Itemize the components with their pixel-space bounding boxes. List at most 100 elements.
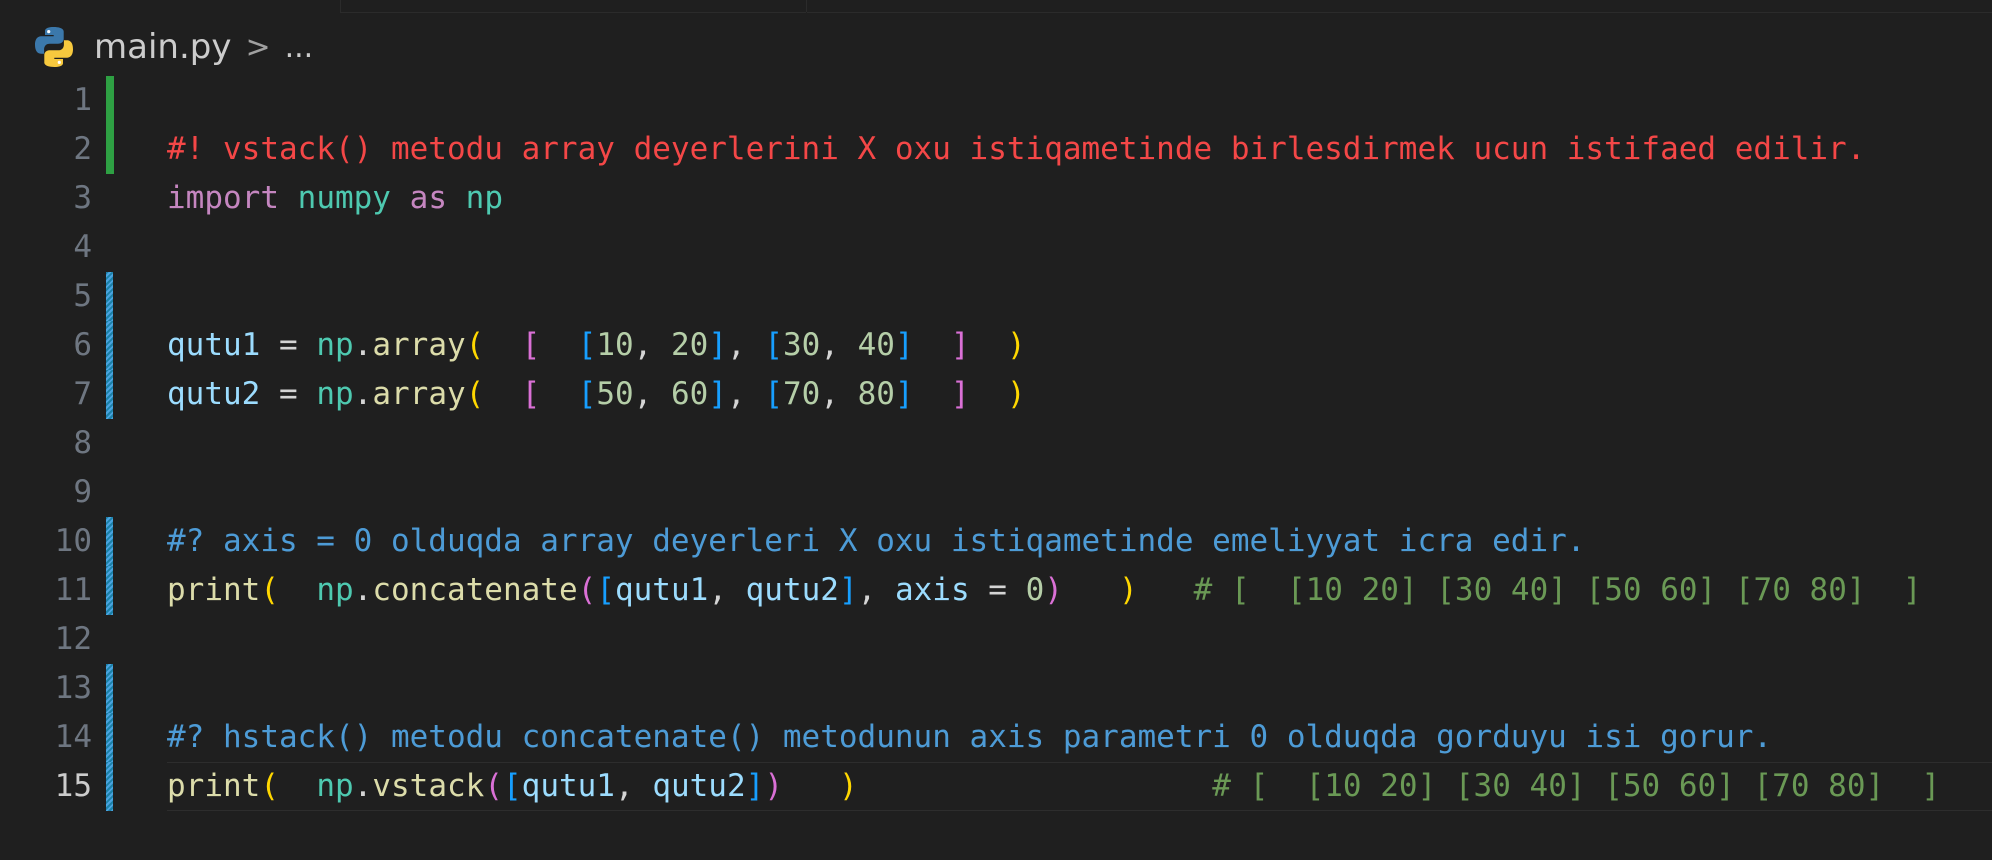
code-line[interactable]: 10 #? axis = 0 olduqda array deyerleri X …	[0, 517, 1992, 566]
code-line[interactable]: 3 import numpy as np	[0, 174, 1992, 223]
code-token: np	[316, 768, 354, 804]
code-token: as	[409, 180, 447, 216]
code-line[interactable]: 1	[0, 76, 1992, 125]
line-number: 4	[73, 229, 92, 265]
diff-modified-marker[interactable]	[106, 566, 113, 615]
code-token: qutu1	[167, 327, 261, 363]
code-text: #? axis = 0 olduqda array deyerleri X ox…	[167, 517, 1585, 566]
code-token: 80	[857, 376, 895, 412]
code-token: .	[353, 572, 373, 608]
code-line[interactable]: 13	[0, 664, 1992, 713]
code-line[interactable]: 9	[0, 468, 1992, 517]
code-token: ]	[894, 376, 914, 412]
line-number: 14	[54, 719, 92, 755]
code-token: qutu2	[745, 572, 839, 608]
code-line[interactable]: 12	[0, 615, 1992, 664]
code-token: vstack	[372, 768, 485, 804]
code-token: import	[167, 180, 279, 216]
code-token: ,	[708, 572, 746, 608]
line-number: 3	[73, 180, 92, 216]
code-token: (	[260, 768, 279, 804]
code-token: 20	[670, 327, 709, 363]
diff-modified-marker[interactable]	[106, 517, 113, 566]
tab-strip	[0, 0, 1992, 14]
code-token: print	[167, 572, 261, 608]
diff-modified-marker[interactable]	[106, 321, 113, 370]
code-line[interactable]: 2 #! vstack() metodu array deyerlerini X …	[0, 125, 1992, 174]
code-token: 60	[670, 376, 709, 412]
code-token: )	[1044, 572, 1063, 608]
line-number: 6	[73, 327, 92, 363]
code-token: [	[577, 327, 597, 363]
diff-modified-marker[interactable]	[106, 272, 113, 321]
code-text: #! vstack() metodu array deyerlerini X o…	[167, 125, 1865, 174]
code-token: ]	[894, 327, 914, 363]
code-token: ,	[820, 376, 858, 412]
tab[interactable]	[340, 0, 806, 13]
code-token: )	[1006, 376, 1026, 412]
code-token: [	[764, 376, 783, 412]
code-token: array	[372, 376, 466, 412]
code-token: ,	[857, 572, 895, 608]
code-token: np	[316, 376, 354, 412]
code-token: )	[1006, 327, 1026, 363]
diff-modified-marker[interactable]	[106, 713, 113, 762]
code-token: qutu1	[521, 768, 615, 804]
diff-modified-marker[interactable]	[106, 370, 113, 419]
code-token: 10	[596, 327, 634, 363]
code-text: #? hstack() metodu concatenate() metodun…	[167, 713, 1772, 762]
diff-added-marker[interactable]	[106, 76, 114, 125]
code-token: 0	[1025, 572, 1045, 608]
code-token: 40	[857, 327, 895, 363]
code-token: ]	[708, 376, 727, 412]
diff-added-marker[interactable]	[106, 125, 114, 174]
line-number: 10	[54, 523, 92, 559]
code-text: import numpy as np	[167, 174, 503, 223]
code-line[interactable]: 6 qutu1 = np.array( [ [10, 20], [30, 40] …	[0, 321, 1992, 370]
line-number: 8	[73, 425, 92, 461]
code-token: np	[316, 327, 354, 363]
code-token: axis	[894, 572, 970, 608]
code-line[interactable]: 4	[0, 223, 1992, 272]
code-line[interactable]: 5	[0, 272, 1992, 321]
code-token: # [ [10 20] [30 40] [50 60] [70 80] ]	[1193, 572, 1922, 608]
diff-modified-marker[interactable]	[106, 762, 113, 811]
code-editor[interactable]: 1 2 #! vstack() metodu array deyerlerini X…	[0, 76, 1992, 811]
code-token: ]	[950, 376, 970, 412]
code-line[interactable]: 14 #? hstack() metodu concatenate() metod…	[0, 713, 1992, 762]
code-token: ,	[726, 376, 765, 412]
code-line[interactable]: 7 qutu2 = np.array( [ [50, 60], [70, 80] …	[0, 370, 1992, 419]
breadcrumb-file[interactable]: main.py	[94, 27, 231, 67]
code-token: #! vstack() metodu array deyerlerini X o…	[167, 131, 1866, 167]
code-token: print	[167, 768, 261, 804]
code-token: ]	[838, 572, 858, 608]
code-token: )	[838, 768, 858, 804]
code-line[interactable]: 11 print( np.concatenate([qutu1, qutu2], …	[0, 566, 1992, 615]
code-token: qutu1	[614, 572, 709, 608]
code-token: =	[260, 376, 317, 412]
code-line[interactable]: 8	[0, 419, 1992, 468]
code-text: qutu1 = np.array( [ [10, 20], [30, 40] ]…	[167, 321, 1026, 370]
code-text: qutu2 = np.array( [ [50, 60], [70, 80] ]…	[167, 370, 1026, 419]
breadcrumb-more[interactable]: ...	[285, 30, 314, 65]
code-token: (	[465, 327, 485, 363]
line-number: 11	[54, 572, 92, 608]
diff-modified-marker[interactable]	[106, 664, 113, 713]
code-token: (	[465, 376, 485, 412]
code-token: concatenate	[372, 572, 578, 608]
code-line[interactable]: 15 print( np.vstack([qutu1, qutu2]) ) # […	[0, 762, 1992, 811]
code-token: .	[353, 327, 373, 363]
code-token: [	[502, 768, 522, 804]
